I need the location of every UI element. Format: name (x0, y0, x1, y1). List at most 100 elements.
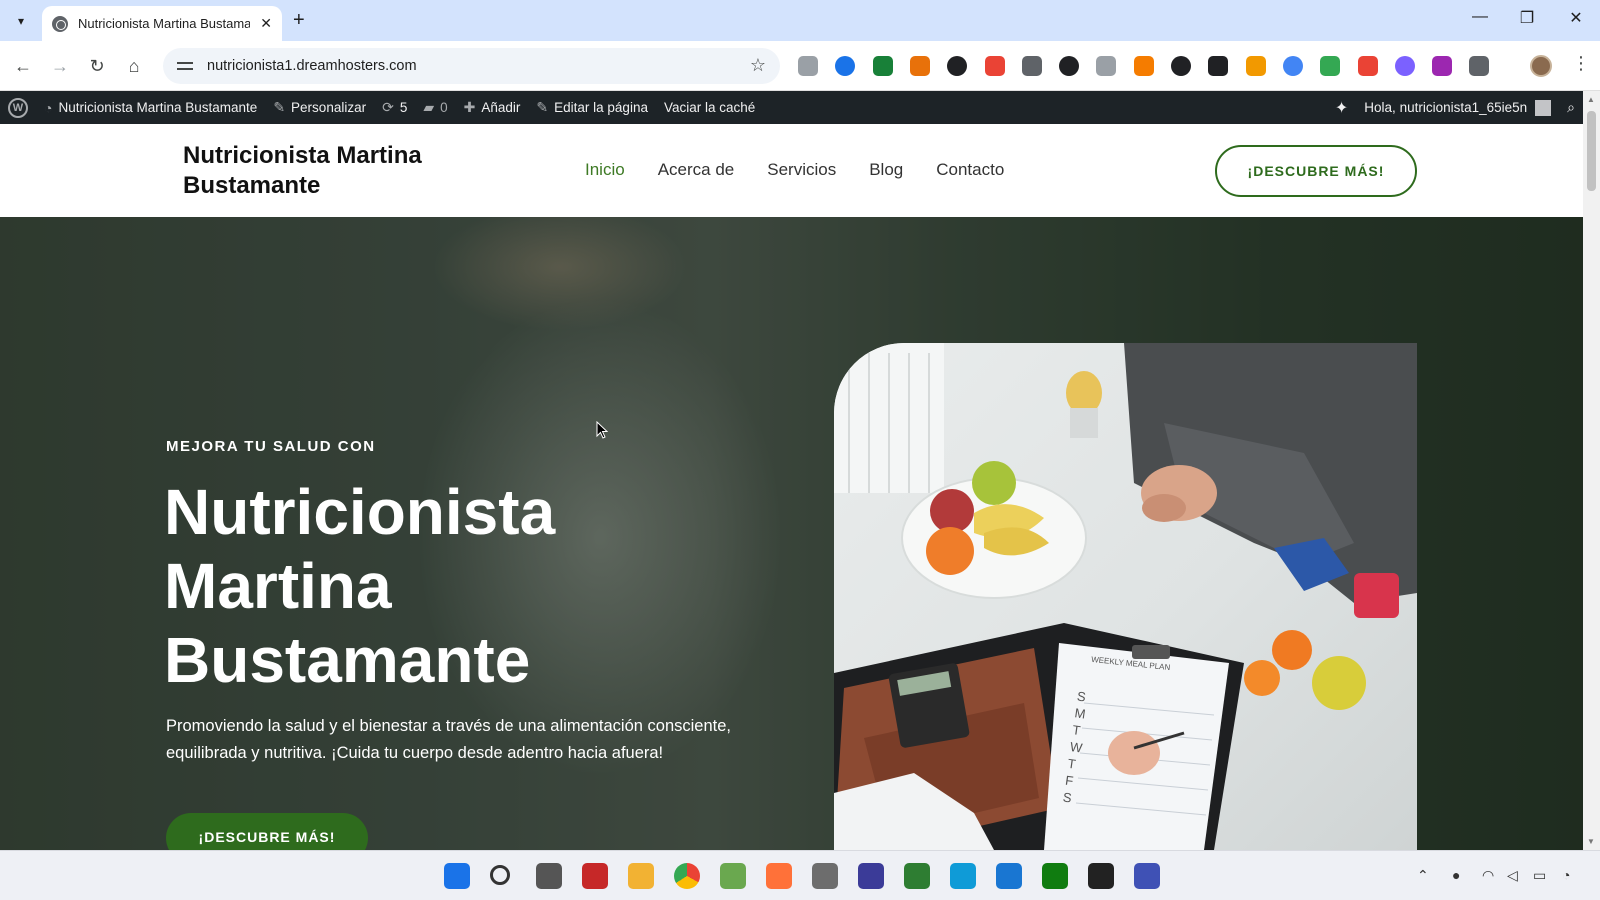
profile-avatar-icon[interactable] (1530, 55, 1552, 77)
browser-extension-icon[interactable] (872, 56, 893, 76)
bookmark-star-icon[interactable]: ☆ (750, 55, 766, 76)
browser-extension-icon[interactable] (947, 56, 968, 76)
browser-extension-icon[interactable] (1282, 56, 1303, 76)
wp-customize-link[interactable]: ✎ Personalizar (265, 91, 374, 124)
browser-extension-icon[interactable] (1357, 56, 1378, 76)
browser-extension-icon[interactable] (1245, 56, 1266, 76)
wp-updates-link[interactable]: ⟳ 5 (374, 91, 415, 124)
forward-arrow-icon[interactable]: → (47, 53, 73, 79)
wp-edit-page-link[interactable]: ✎ Editar la página (528, 91, 656, 124)
chrome-icon[interactable] (674, 863, 700, 889)
tab-title: Nutricionista Martina Bustamante (78, 16, 250, 31)
notepad-icon[interactable] (996, 863, 1022, 889)
browser-extension-icon[interactable] (1133, 56, 1154, 76)
wp-clear-cache-label: Vaciar la caché (663, 100, 756, 115)
edge-icon[interactable] (950, 863, 976, 889)
wp-comments-link[interactable]: ▰ 0 (415, 91, 455, 124)
browser-extension-icon[interactable] (1320, 56, 1341, 76)
browser-extension-icon[interactable] (1171, 56, 1191, 76)
browser-extension-icon[interactable] (1021, 56, 1042, 76)
browser-tab-bar: ▾ Nutricionista Martina Bustamante ✕ + —… (0, 0, 1600, 41)
windows-taskbar: ⌃ ● ◠ ◁ ▭ ◔ (0, 850, 1600, 900)
browser-extension-icon[interactable] (1469, 56, 1490, 76)
browser-extension-icon[interactable] (1096, 56, 1117, 76)
tray-chevron-icon[interactable]: ⌃ (1417, 867, 1429, 884)
site-settings-icon[interactable] (177, 59, 193, 73)
address-bar[interactable]: nutricionista1.dreamhosters.com ☆ (163, 48, 780, 84)
browser-menu-icon[interactable]: ⋮ (1572, 53, 1590, 74)
file-explorer-icon[interactable] (628, 863, 654, 889)
tab-search-chevron-icon[interactable]: ▾ (8, 8, 34, 34)
wp-add-new-link[interactable]: ✚ Añadir (456, 91, 529, 124)
menu-item-blog[interactable]: Blog (869, 160, 903, 180)
wp-comments-count: 0 (440, 100, 448, 115)
browser-extension-icon[interactable] (1208, 56, 1229, 76)
browser-tab-active[interactable]: Nutricionista Martina Bustamante ✕ (42, 6, 282, 41)
volume-icon[interactable]: ◁ (1507, 867, 1518, 884)
window-restore-icon[interactable]: ❐ (1512, 8, 1542, 28)
hero-cta-button[interactable]: ¡DESCUBRE MÁS! (166, 813, 368, 850)
firefox-icon[interactable] (766, 863, 792, 889)
new-tab-plus-icon[interactable]: + (293, 9, 305, 32)
ai-sparkle-icon[interactable]: ✦ (1327, 91, 1356, 124)
hero-eyebrow: MEJORA TU SALUD CON (166, 438, 376, 455)
wp-clear-cache-link[interactable]: Vaciar la caché (656, 91, 763, 124)
browser-extension-icon[interactable] (798, 56, 818, 76)
wp-search-icon[interactable]: ⌕ (1559, 91, 1583, 124)
home-icon[interactable]: ⌂ (121, 53, 147, 79)
battery-icon[interactable]: ▭ (1533, 867, 1546, 884)
browser-extension-icon[interactable] (835, 56, 856, 76)
nutrition-consultation-image: WEEKLY MEAL PLAN S M T W T F S (834, 343, 1417, 850)
browser-extension-icon[interactable] (984, 56, 1005, 76)
microphone-icon[interactable]: ● (1452, 867, 1460, 883)
back-arrow-icon[interactable]: ← (10, 53, 36, 79)
window-close-icon[interactable]: ✕ (1561, 8, 1591, 28)
taskbar-search-icon[interactable] (490, 865, 510, 885)
browser-extension-icon[interactable] (1432, 56, 1453, 76)
wp-admin-bar: W ◔ Nutricionista Martina Bustamante ✎ P… (0, 91, 1583, 124)
task-view-icon[interactable] (536, 863, 562, 889)
scroll-up-arrow-icon[interactable]: ▲ (1587, 95, 1595, 104)
browser-extension-icon[interactable] (1059, 56, 1080, 76)
menu-item-acerca-de[interactable]: Acerca de (658, 160, 735, 180)
menu-item-servicios[interactable]: Servicios (767, 160, 836, 180)
windows-start-icon[interactable] (444, 863, 470, 889)
tab-close-icon[interactable]: ✕ (260, 15, 272, 32)
wp-updates-count: 5 (399, 100, 408, 115)
menu-item-inicio[interactable]: Inicio (585, 160, 625, 180)
comment-bubble-icon: ▰ (423, 99, 435, 115)
url-text[interactable]: nutricionista1.dreamhosters.com (207, 58, 417, 74)
app-icon[interactable] (904, 863, 930, 889)
hero-title: Nutricionista Martina Bustamante (164, 476, 556, 696)
site-globe-icon (52, 15, 68, 32)
headphones-app-icon[interactable] (858, 863, 884, 889)
site-title[interactable]: Nutricionista Martina Bustamante (183, 141, 483, 201)
paintbrush-icon: ✎ (273, 99, 286, 115)
wp-site-name-link[interactable]: ◔ Nutricionista Martina Bustamante (36, 91, 265, 124)
browser-toolbar: ← → ↻ ⌂ nutricionista1.dreamhosters.com … (0, 41, 1600, 91)
window-minimize-icon[interactable]: — (1465, 8, 1495, 26)
xbox-icon[interactable] (1042, 863, 1068, 889)
wp-account-link[interactable]: Hola, nutricionista1_65ie5n (1356, 91, 1559, 124)
dashboard-gauge-icon: ◔ (44, 99, 53, 116)
app-icon[interactable] (582, 863, 608, 889)
browser-extension-icon[interactable] (909, 56, 930, 76)
page-scrollbar[interactable]: ▲ ▼ (1583, 91, 1600, 850)
wifi-icon[interactable]: ◠ (1482, 867, 1494, 884)
main-menu: Inicio Acerca de Servicios Blog Contacto (585, 160, 1004, 180)
capcut-icon[interactable] (1088, 863, 1114, 889)
app-icon[interactable] (720, 863, 746, 889)
settings-gear-icon[interactable] (812, 863, 838, 889)
browser-extension-icon[interactable] (1394, 56, 1415, 76)
plus-icon: ✚ (463, 99, 476, 115)
scroll-down-arrow-icon[interactable]: ▼ (1587, 837, 1595, 846)
hero-description: Promoviendo la salud y el bienestar a tr… (166, 717, 731, 762)
scrollbar-thumb[interactable] (1587, 111, 1596, 191)
wp-edit-page-label: Editar la página (554, 100, 648, 115)
wp-logo-icon[interactable]: W (0, 91, 36, 124)
notifications-icon[interactable]: ◔ (1562, 867, 1570, 883)
header-cta-button[interactable]: ¡DESCUBRE MÁS! (1215, 145, 1417, 197)
app-icon[interactable] (1134, 863, 1160, 889)
menu-item-contacto[interactable]: Contacto (936, 160, 1004, 180)
reload-icon[interactable]: ↻ (84, 53, 110, 79)
